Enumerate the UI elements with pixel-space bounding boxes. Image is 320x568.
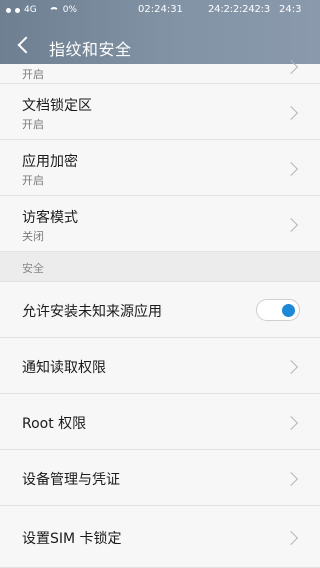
section-header-security: 安全 — [0, 252, 320, 282]
chevron-right-icon — [283, 359, 299, 375]
back-arrow-icon[interactable] — [14, 34, 36, 56]
chevron-right-icon — [283, 105, 299, 121]
list-item-notification-access[interactable]: 通知读取权限 — [0, 338, 320, 394]
chevron-right-icon — [283, 161, 299, 177]
signal-dot-icon — [6, 7, 11, 13]
list-item-app-encryption[interactable]: 应用加密 开启 — [0, 140, 320, 196]
list-item-title: 文档锁定区 — [22, 98, 92, 114]
page-title: 指纹和安全 — [49, 40, 132, 59]
chevron-right-icon — [283, 217, 299, 233]
list-item-title: 应用加密 — [22, 154, 78, 170]
list-item-title: 通知读取权限 — [22, 360, 106, 376]
section-label: 安全 — [22, 262, 44, 275]
wifi-icon — [48, 6, 59, 14]
unknown-sources-toggle[interactable] — [256, 299, 300, 321]
list-item-subtitle: 关闭 — [22, 230, 44, 243]
clock-time-3: 24:3 — [279, 4, 302, 15]
list-item-subtitle: 开启 — [22, 118, 44, 131]
list-item-sim-lock[interactable]: 设置SIM 卡锁定 — [0, 506, 320, 568]
settings-list: 开启 文档锁定区 开启 应用加密 开启 访客模式 关闭 安全 允许安装未知来源应… — [0, 59, 320, 568]
chevron-right-icon — [283, 415, 299, 431]
list-item-title: 访客模式 — [22, 210, 78, 226]
status-left: 4G 0% — [6, 5, 77, 15]
battery-label: 0% — [62, 5, 77, 15]
list-item-root-permission[interactable]: Root 权限 — [0, 394, 320, 450]
title-bar: 指纹和安全 — [0, 26, 320, 64]
toggle-knob — [282, 304, 295, 317]
signal-dot-icon — [15, 7, 20, 13]
status-bar: 4G 0% 02:24:31 24:2:2:242:3 24:3 — [0, 0, 320, 22]
list-item-title: 设置SIM 卡锁定 — [22, 531, 122, 547]
chevron-right-icon — [283, 471, 299, 487]
list-item-title: 允许安装未知来源应用 — [22, 304, 162, 320]
list-item-subtitle: 开启 — [22, 68, 44, 81]
list-item-title: Root 权限 — [22, 416, 87, 432]
list-item-subtitle: 开启 — [22, 174, 44, 187]
list-item-guest-mode[interactable]: 访客模式 关闭 — [0, 196, 320, 252]
network-label: 4G — [24, 5, 37, 15]
clock-time-2: 24:2:2:242:3 — [208, 4, 270, 15]
app-header: 4G 0% 02:24:31 24:2:2:242:3 24:3 指纹和安全 — [0, 0, 320, 64]
list-item-unknown-sources[interactable]: 允许安装未知来源应用 — [0, 282, 320, 338]
chevron-right-icon — [283, 530, 299, 546]
list-item-partial[interactable]: 开启 — [0, 59, 320, 84]
list-item-title: 设备管理与凭证 — [22, 472, 120, 488]
list-item-document-lock[interactable]: 文档锁定区 开启 — [0, 84, 320, 140]
list-item-device-admin[interactable]: 设备管理与凭证 — [0, 450, 320, 506]
clock-time-1: 02:24:31 — [138, 4, 183, 15]
